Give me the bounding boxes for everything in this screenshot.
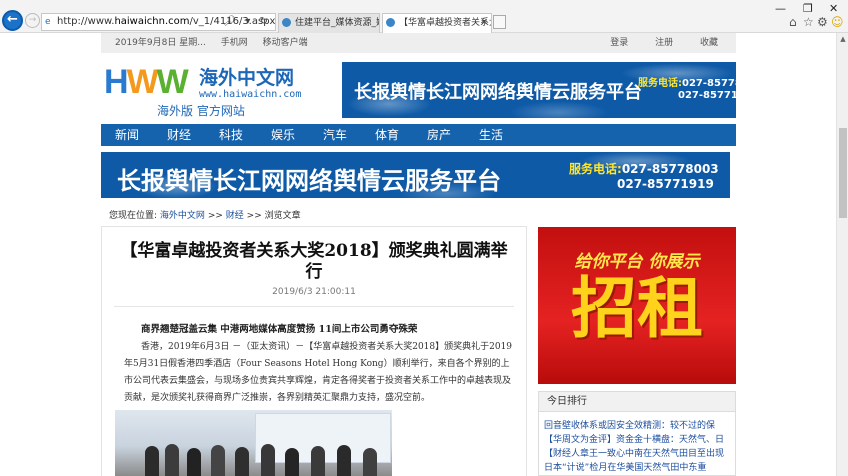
breadcrumb-home[interactable]: 海外中文网 [160,211,205,221]
nav-item-tech[interactable]: 科技 [219,124,243,146]
close-tab-icon[interactable]: ✕ [480,14,488,32]
banner-title: 长报舆情长江网网络舆情云服务平台 [354,82,642,103]
breadcrumb-prefix: 您现在位置: [109,211,158,221]
ranking-item[interactable]: 日本“计说”检月在华美国天然气田中东重 [544,462,732,474]
nav-item-sports[interactable]: 体育 [375,124,399,146]
restore-icon[interactable]: ❐ [803,2,813,15]
banner-phone: 服务电话:027-85778003 [638,78,736,89]
settings-gear-icon[interactable]: ⚙ [817,15,828,29]
article-lead: 商界翘楚冠盖云集 中港两地媒体高度赞扬 11间上市公司勇夺殊荣 [141,324,418,335]
nav-item-realestate[interactable]: 房产 [427,124,451,146]
logo-cn-name: 海外中文网 [199,67,295,89]
nav-item-auto[interactable]: 汽车 [323,124,347,146]
ranking-item[interactable]: 【财经人章王一致心中南在天然气田目至出现 [544,448,732,460]
banner-phone-2: 027-85771919 [678,90,736,101]
article-title: 【华富卓越投资者关系大奖2018】颁奖典礼圆满举行 [120,241,508,282]
tab-favicon [386,18,395,27]
tab-label: 住建平台_媒体资源_媒介资源... [295,18,379,28]
mobile-client-link[interactable]: 移动客户端 [263,38,308,48]
back-arrow-icon[interactable]: ← [2,10,23,31]
address-tools[interactable]: 🔎︎ ▾ ↻ [224,14,272,30]
wide-banner-phone-2: 027-85771919 [617,177,714,191]
wide-banner-phone: 服务电话:027-85778003 [569,162,719,176]
ranking-item[interactable]: 回音壁收体系或因安全效精测：较不过的保 [544,420,732,432]
breadcrumb-current: 浏览文章 [264,211,301,221]
main-nav: 新闻 财经 科技 娱乐 汽车 体育 房产 生活 [101,124,736,146]
vertical-scrollbar[interactable]: ▲ [836,33,848,476]
tab-favicon [282,18,291,27]
site-topbar: 2019年9月8日 星期... 手机网 移动客户端 登录 注册 收藏 [101,33,736,53]
address-bar[interactable]: e http://www.haiwaichn.com/v_1/4116/3.as… [41,13,276,31]
nav-item-news[interactable]: 新闻 [115,124,139,146]
ie-page-icon: e [45,17,51,27]
current-date: 2019年9月8日 星期... [115,38,206,48]
article-date: 2019/6/3 21:00:11 [272,287,356,297]
rent-ad-text: 招租 [571,270,703,347]
article-paragraph: 香港，2019年6月3日 －（亚太资讯）－【华富卓越投资者关系大奖2018】颁奖… [124,342,513,403]
minimize-icon[interactable]: — [775,2,786,15]
breadcrumb-section[interactable]: 财经 [226,211,244,221]
browser-tab-2[interactable]: 【华富卓越投资者关系大奖... ✕ [382,13,492,33]
browser-chrome: ← → e http://www.haiwaichn.com/v_1/4116/… [0,0,848,33]
wide-banner-title: 长报舆情长江网网络舆情云服务平台 [117,167,501,195]
nav-item-life[interactable]: 生活 [479,124,503,146]
nav-item-entertainment[interactable]: 娱乐 [271,124,295,146]
new-tab-button[interactable] [493,15,506,29]
logo-subtitle: 海外版 官方网站 [157,104,245,118]
refresh-icon[interactable]: ↻ [260,16,271,27]
feedback-smiley-icon[interactable]: ☺ [831,15,844,29]
register-link[interactable]: 注册 [655,38,673,48]
login-link[interactable]: 登录 [610,38,628,48]
header-banner-ad[interactable]: 长报舆情长江网网络舆情云服务平台 服务电话:027-85778003 027-8… [342,62,736,118]
logo-url: www.haiwaichn.com [199,89,302,100]
site-logo[interactable]: HWW [104,64,189,100]
browser-tab-1[interactable]: 住建平台_媒体资源_媒介资源... [278,13,380,33]
dropdown-icon[interactable]: ▾ [245,16,253,27]
scroll-up-icon[interactable]: ▲ [838,34,848,44]
favorite-link[interactable]: 收藏 [700,38,718,48]
rent-ad[interactable]: 给你平台 你展示 招租 [538,227,736,384]
ranking-box: 今日排行 回音壁收体系或因安全效精测：较不过的保 【华周文为金评】资金金十横盘：… [538,391,736,476]
breadcrumb: 您现在位置: 海外中文网 >> 财经 >> 浏览文章 [109,211,301,221]
close-window-icon[interactable]: ✕ [829,2,838,15]
nav-item-finance[interactable]: 财经 [167,124,191,146]
article-photo [115,410,392,476]
home-icon[interactable]: ⌂ [789,15,797,29]
mobile-site-link[interactable]: 手机网 [221,38,248,48]
ranking-title: 今日排行 [539,392,735,412]
article-body: 香港，2019年6月3日 －（亚太资讯）－【华富卓越投资者关系大奖2018】颁奖… [124,339,516,407]
wide-banner-ad[interactable]: 长报舆情长江网网络舆情云服务平台 服务电话:027-85778003 027-8… [101,152,730,198]
forward-arrow-icon[interactable]: → [25,13,40,28]
ranking-item[interactable]: 【华周文为金评】资金金十横盘：天然气、日 [544,434,732,446]
divider [114,306,514,307]
scroll-thumb[interactable] [839,128,847,218]
favorites-star-icon[interactable]: ☆ [803,15,814,29]
search-icon[interactable]: 🔎︎ [224,16,240,27]
tab-label: 【华富卓越投资者关系大奖... [399,18,491,28]
